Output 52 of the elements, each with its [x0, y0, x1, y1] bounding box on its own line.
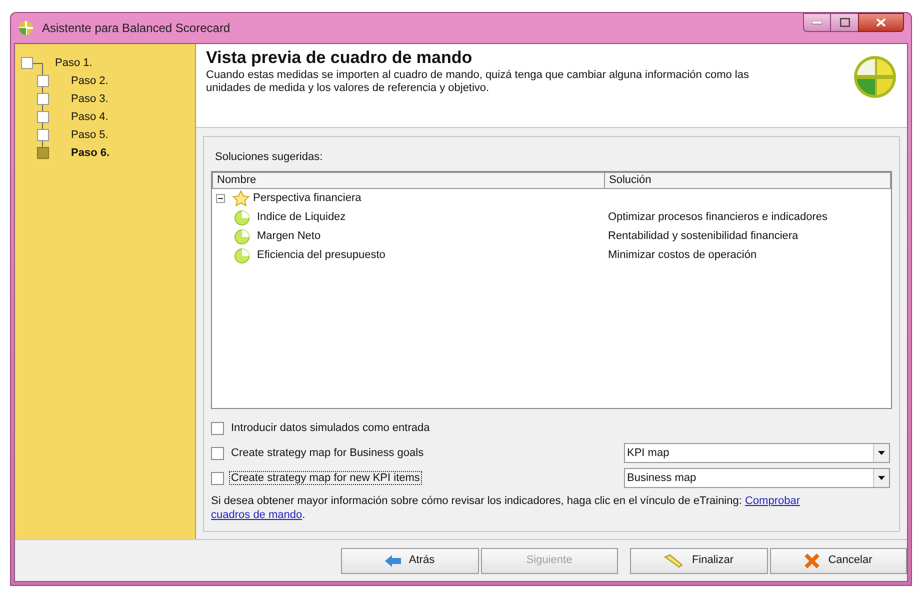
checkbox-label[interactable]: Create strategy map for new KPI items — [229, 470, 422, 485]
minimize-icon — [812, 20, 822, 24]
dropdown-arrow-icon — [878, 451, 885, 455]
back-button[interactable]: Atrás — [341, 548, 478, 574]
tree-item[interactable]: Perspectiva financiera — [253, 190, 362, 207]
checkbox[interactable] — [211, 472, 224, 484]
finish-button[interactable]: Finalizar — [630, 548, 768, 574]
minimize-button[interactable] — [803, 13, 831, 32]
checkbox[interactable] — [211, 422, 224, 434]
pie-chart-icon — [234, 228, 250, 244]
checkbox[interactable] — [211, 446, 224, 460]
app-icon — [18, 20, 34, 36]
checkbox-label[interactable]: Create strategy map for Business goals — [229, 446, 426, 460]
tree-item[interactable]: Eficiencia del presupuesto — [257, 247, 386, 264]
maximize-icon — [840, 18, 850, 27]
map-dropdown[interactable]: KPI map — [624, 443, 890, 463]
step-item[interactable]: Paso 4. — [71, 108, 108, 126]
collapse-toggle[interactable] — [216, 194, 225, 203]
column-header[interactable]: Nombre — [213, 173, 605, 188]
etraining-link[interactable]: cuadros de mando — [211, 509, 302, 521]
maximize-button[interactable] — [831, 13, 858, 32]
pie-chart-icon — [234, 210, 250, 226]
tree-item[interactable]: Margen Neto — [257, 228, 321, 245]
minus-icon — [218, 198, 223, 199]
dropdown-arrow-icon — [878, 476, 885, 480]
map-dropdown[interactable]: Business map — [624, 468, 890, 488]
cancel-button[interactable]: Cancelar — [770, 548, 907, 574]
column-header[interactable]: Solución — [605, 173, 890, 188]
page-title: Vista previa de cuadro de mando — [206, 47, 474, 69]
info-text: Si desea obtener mayor información sobre cómo revisar los indicadores, haga clic en el vínculo de eTraining: Comprobar cuadros de mando. — [211, 494, 802, 522]
solution-text: Minimizar costos de operación — [607, 248, 758, 264]
close-button[interactable] — [858, 13, 904, 32]
step-item[interactable]: Paso 6. — [71, 144, 110, 162]
left-arrow-icon — [384, 554, 401, 566]
star-icon — [232, 190, 250, 207]
page-description: Cuando estas medidas se importen al cuadro de mando, quizá tenga que cambiar alguna información como las unidades de medida y los valores de referencia y objetivo. — [206, 69, 750, 95]
pie-chart-icon — [234, 248, 250, 264]
checkbox-label[interactable]: Introducir datos simulados como entrada — [229, 420, 432, 435]
tree-item[interactable]: Indice de Liquidez — [257, 209, 346, 226]
step-item[interactable]: Paso 2. — [71, 72, 108, 90]
wand-icon — [664, 554, 684, 568]
solution-text: Rentabilidad y sostenibilidad financiera — [607, 229, 800, 244]
window-title: Asistente para Balanced Scorecard — [42, 20, 230, 37]
step-item[interactable]: Paso 5. — [71, 126, 108, 144]
step-item[interactable]: Paso 3. — [71, 90, 108, 108]
step-item[interactable]: Paso 1. — [55, 54, 92, 72]
close-icon — [876, 18, 886, 27]
solution-text: Optimizar procesos financieros e indicadores — [607, 210, 828, 226]
scorecard-logo-icon — [853, 55, 897, 99]
etraining-link[interactable]: Comprobar — [744, 495, 800, 507]
group-label: Soluciones sugeridas: — [215, 150, 324, 165]
cancel-icon — [804, 552, 820, 568]
